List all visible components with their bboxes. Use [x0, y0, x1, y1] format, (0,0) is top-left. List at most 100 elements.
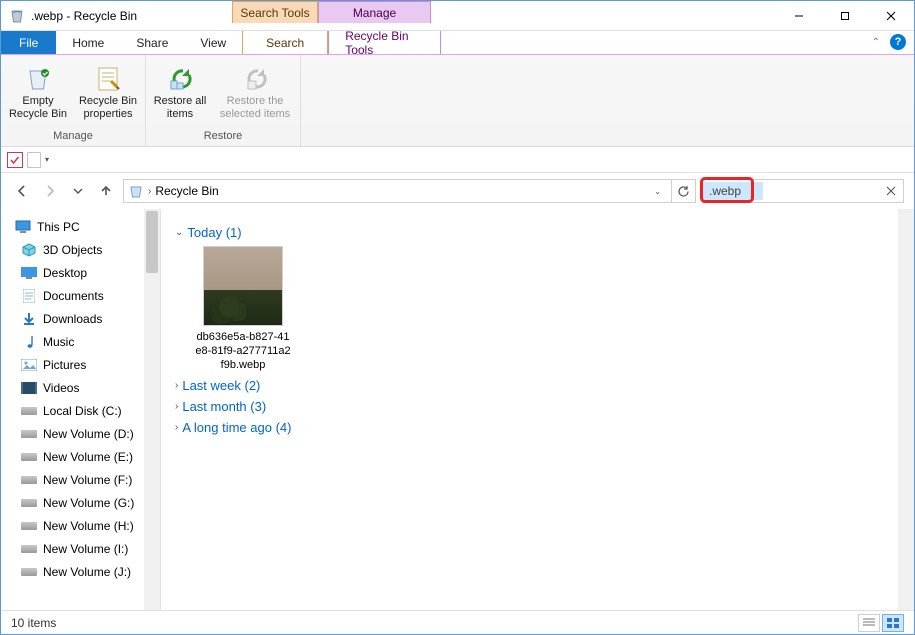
qa-customize-icon[interactable]: ▾ [45, 155, 49, 164]
tree-label: New Volume (D:) [43, 427, 134, 441]
restore-all-label: Restore all items [152, 95, 208, 121]
empty-recycle-bin-button[interactable]: Empty Recycle Bin [7, 59, 69, 121]
ribbon-tab-file[interactable]: File [1, 31, 56, 54]
chevron-right-icon: › [175, 422, 178, 433]
tree-label: Videos [43, 381, 79, 395]
tree-label: New Volume (F:) [43, 473, 132, 487]
recycle-bin-properties-label: Recycle Bin properties [77, 95, 139, 121]
ribbon-group-restore-label: Restore [152, 130, 294, 144]
nav-forward-button[interactable] [39, 180, 61, 202]
drive-icon [21, 473, 37, 487]
group-long-time-label: A long time ago (4) [182, 420, 291, 435]
breadcrumb-separator-icon[interactable]: › [148, 186, 151, 197]
recycle-bin-icon [9, 8, 25, 24]
group-last-month-header[interactable]: ›Last month (3) [175, 399, 900, 414]
empty-recycle-bin-label: Empty Recycle Bin [7, 95, 69, 121]
pane-scrollbar[interactable] [898, 209, 914, 610]
ribbon-tab-recycle-bin-tools[interactable]: Recycle Bin Tools [328, 31, 441, 54]
tree-label: This PC [37, 220, 80, 234]
group-today-header[interactable]: ⌄Today (1) [175, 225, 900, 240]
thumbnails-view-button[interactable] [882, 614, 904, 632]
pictures-icon [21, 358, 37, 372]
help-icon[interactable]: ? [890, 34, 906, 50]
file-item[interactable]: db636e5a-b827-41e8-81f9-a277711a2f9b.web… [195, 246, 291, 372]
navigation-bar: › Recycle Bin ⌄ [1, 173, 914, 209]
tree-videos[interactable]: Videos [1, 376, 160, 399]
maximize-button[interactable] [822, 1, 868, 31]
ribbon-tab-share[interactable]: Share [120, 31, 184, 54]
cube-icon [21, 243, 37, 257]
content-area: This PC 3D Objects Desktop Documents Dow… [1, 209, 914, 610]
status-item-count: 10 items [11, 616, 56, 630]
drive-icon [21, 404, 37, 418]
window-title: .webp - Recycle Bin [31, 9, 137, 23]
group-last-week-header[interactable]: › Last week (2) [175, 378, 900, 393]
music-icon [21, 335, 37, 349]
ribbon-group-manage-label: Manage [7, 130, 139, 144]
chevron-right-icon: › [175, 380, 178, 391]
tree-documents[interactable]: Documents [1, 284, 160, 307]
tree-new-volume-f[interactable]: New Volume (F:) [1, 468, 160, 491]
group-last-month-label: Last month (3) [182, 399, 266, 414]
tree-new-volume-d[interactable]: New Volume (D:) [1, 422, 160, 445]
tree-new-volume-g[interactable]: New Volume (G:) [1, 491, 160, 514]
group-last-week-label: Last week (2) [182, 378, 260, 393]
restore-all-items-button[interactable]: Restore all items [152, 59, 208, 121]
tree-music[interactable]: Music [1, 330, 160, 353]
tree-new-volume-j[interactable]: New Volume (J:) [1, 560, 160, 583]
tree-scrollbar[interactable] [144, 209, 160, 610]
nav-back-button[interactable] [11, 180, 33, 202]
videos-icon [21, 381, 37, 395]
refresh-button[interactable] [671, 180, 695, 202]
ribbon-tab-view[interactable]: View [184, 31, 242, 54]
search-input[interactable] [703, 182, 763, 200]
address-history-dropdown[interactable]: ⌄ [654, 187, 661, 196]
documents-icon [21, 289, 37, 303]
file-thumbnail [203, 246, 283, 326]
tree-3d-objects[interactable]: 3D Objects [1, 238, 160, 261]
context-tab-search-tools[interactable]: Search Tools [232, 1, 318, 23]
qa-properties-icon[interactable] [7, 152, 23, 168]
this-pc-icon [15, 220, 31, 234]
tree-downloads[interactable]: Downloads [1, 307, 160, 330]
ribbon-group-restore: Restore all items Restore the selected i… [146, 55, 301, 146]
close-button[interactable] [868, 1, 914, 31]
details-view-button[interactable] [858, 614, 880, 632]
search-box[interactable] [702, 179, 904, 203]
tree-new-volume-i[interactable]: New Volume (I:) [1, 537, 160, 560]
drive-icon [21, 542, 37, 556]
recycle-bin-icon [128, 183, 144, 199]
window-controls [776, 1, 914, 31]
tree-new-volume-h[interactable]: New Volume (H:) [1, 514, 160, 537]
tree-label: New Volume (J:) [43, 565, 131, 579]
tree-this-pc[interactable]: This PC [1, 215, 160, 238]
context-tab-strip: Search Tools Manage [232, 1, 431, 23]
qa-new-folder-icon[interactable] [27, 152, 41, 168]
ribbon-body: Empty Recycle Bin Recycle Bin properties… [1, 55, 914, 147]
results-pane[interactable]: ⌄Today (1) db636e5a-b827-41e8-81f9-a2777… [161, 209, 914, 610]
ribbon-tab-search[interactable]: Search [242, 31, 328, 54]
minimize-ribbon-icon[interactable]: ⌃ [872, 37, 880, 48]
ribbon-tab-strip: File Home Share View Search Recycle Bin … [1, 31, 914, 55]
restore-all-icon [165, 61, 195, 95]
address-bar[interactable]: › Recycle Bin ⌄ [123, 179, 696, 203]
tree-new-volume-e[interactable]: New Volume (E:) [1, 445, 160, 468]
tree-label: New Volume (G:) [43, 496, 134, 510]
minimize-button[interactable] [776, 1, 822, 31]
search-clear-button[interactable] [879, 186, 903, 196]
nav-up-button[interactable] [95, 180, 117, 202]
recycle-bin-properties-button[interactable]: Recycle Bin properties [77, 59, 139, 121]
tree-desktop[interactable]: Desktop [1, 261, 160, 284]
nav-recent-dropdown[interactable] [67, 180, 89, 202]
context-tab-manage[interactable]: Manage [318, 1, 431, 23]
tree-local-disk-c[interactable]: Local Disk (C:) [1, 399, 160, 422]
navigation-tree[interactable]: This PC 3D Objects Desktop Documents Dow… [1, 209, 161, 610]
group-long-time-header[interactable]: › A long time ago (4) [175, 420, 900, 435]
breadcrumb-recycle-bin[interactable]: Recycle Bin [155, 184, 218, 198]
ribbon-tab-home[interactable]: Home [56, 31, 120, 54]
tree-pictures[interactable]: Pictures [1, 353, 160, 376]
group-today-label: Today (1) [187, 225, 241, 240]
tree-label: New Volume (E:) [43, 450, 133, 464]
drive-icon [21, 427, 37, 441]
restore-selected-items-button: Restore the selected items [216, 59, 294, 121]
